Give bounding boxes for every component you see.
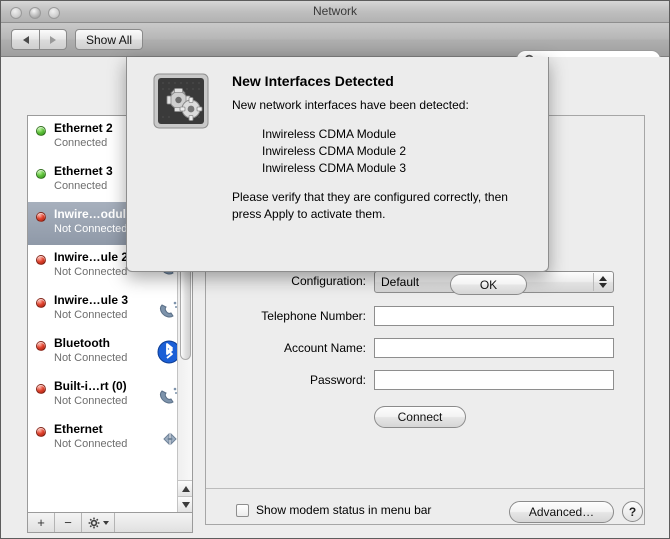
chevron-down-icon (102, 520, 109, 525)
password-input[interactable] (374, 370, 614, 390)
sheet-body: New network interfaces have been detecte… (232, 97, 532, 223)
back-button[interactable] (11, 29, 39, 50)
add-service-button[interactable]: + (28, 513, 55, 532)
configuration-label: Configuration: (291, 274, 366, 288)
interface-name: Inwireless CDMA Module (262, 127, 397, 141)
toolbar: Show All (1, 23, 669, 69)
show-modem-status-checkbox[interactable] (236, 503, 249, 517)
status-dot-icon (36, 427, 46, 437)
account-row: Account Name: (206, 338, 644, 360)
list-action-bar: + − (27, 513, 193, 533)
scroll-up-button[interactable] (178, 480, 192, 496)
show-modem-status-label: Show modem status in menu bar (256, 503, 432, 517)
scroll-down-button[interactable] (178, 496, 192, 512)
sheet-intro: New network interfaces have been detecte… (232, 98, 469, 112)
telephone-label: Telephone Number: (261, 309, 366, 323)
connect-button[interactable]: Connect (374, 406, 466, 428)
password-row: Password: (206, 370, 644, 392)
advanced-button[interactable]: Advanced… (509, 501, 614, 523)
status-dot-icon (36, 298, 46, 308)
system-preferences-gears-icon (153, 73, 209, 129)
window-title: Network (312, 4, 357, 18)
gear-icon (88, 517, 99, 528)
account-name-label: Account Name: (283, 341, 366, 355)
sheet-verify-text: Please verify that they are configured c… (232, 190, 508, 221)
title-bar: Network (1, 1, 669, 23)
show-all-button[interactable]: Show All (75, 29, 144, 50)
remove-service-button[interactable]: − (55, 513, 82, 532)
list-item[interactable]: Bluetooth Not Connected (28, 331, 192, 374)
configuration-row: Configuration: Default (206, 271, 644, 293)
account-name-input[interactable] (374, 338, 614, 358)
password-label: Password: (309, 373, 366, 387)
triangle-up-icon (181, 485, 190, 492)
list-item[interactable]: Built-i…rt (0) Not Connected (28, 374, 192, 417)
status-dot-icon (36, 169, 46, 179)
panel-divider (206, 488, 644, 489)
show-modem-status-row[interactable]: Show modem status in menu bar (236, 503, 431, 517)
forward-button[interactable] (39, 29, 67, 50)
status-dot-icon (36, 341, 46, 351)
new-interfaces-detected-sheet: New Interfaces Detected New network inte… (126, 57, 549, 295)
network-preferences-window: Network Show All Ethernet 2 Connected Et… (0, 0, 670, 539)
list-item[interactable]: Inwire…ule 3 Not Connected (28, 288, 192, 331)
interface-name: Inwireless CDMA Module 2 (262, 144, 407, 158)
action-menu-button[interactable] (82, 513, 115, 532)
telephone-input[interactable] (374, 306, 614, 326)
sheet-title: New Interfaces Detected (232, 73, 394, 89)
status-dot-icon (36, 126, 46, 136)
interface-name: Inwireless CDMA Module 3 (262, 161, 407, 175)
chevron-right-icon (50, 35, 56, 44)
detected-interfaces-list: Inwireless CDMA Module Inwireless CDMA M… (262, 126, 532, 177)
stepper-arrows-icon (593, 273, 612, 291)
list-item[interactable]: Ethernet Not Connected (28, 417, 192, 460)
status-dot-icon (36, 212, 46, 222)
triangle-down-icon (181, 501, 190, 508)
status-dot-icon (36, 384, 46, 394)
chevron-left-icon (22, 35, 29, 44)
telephone-row: Telephone Number: (206, 306, 644, 328)
ok-button[interactable]: OK (450, 274, 527, 295)
status-dot-icon (36, 255, 46, 265)
help-button[interactable]: ? (622, 501, 643, 522)
